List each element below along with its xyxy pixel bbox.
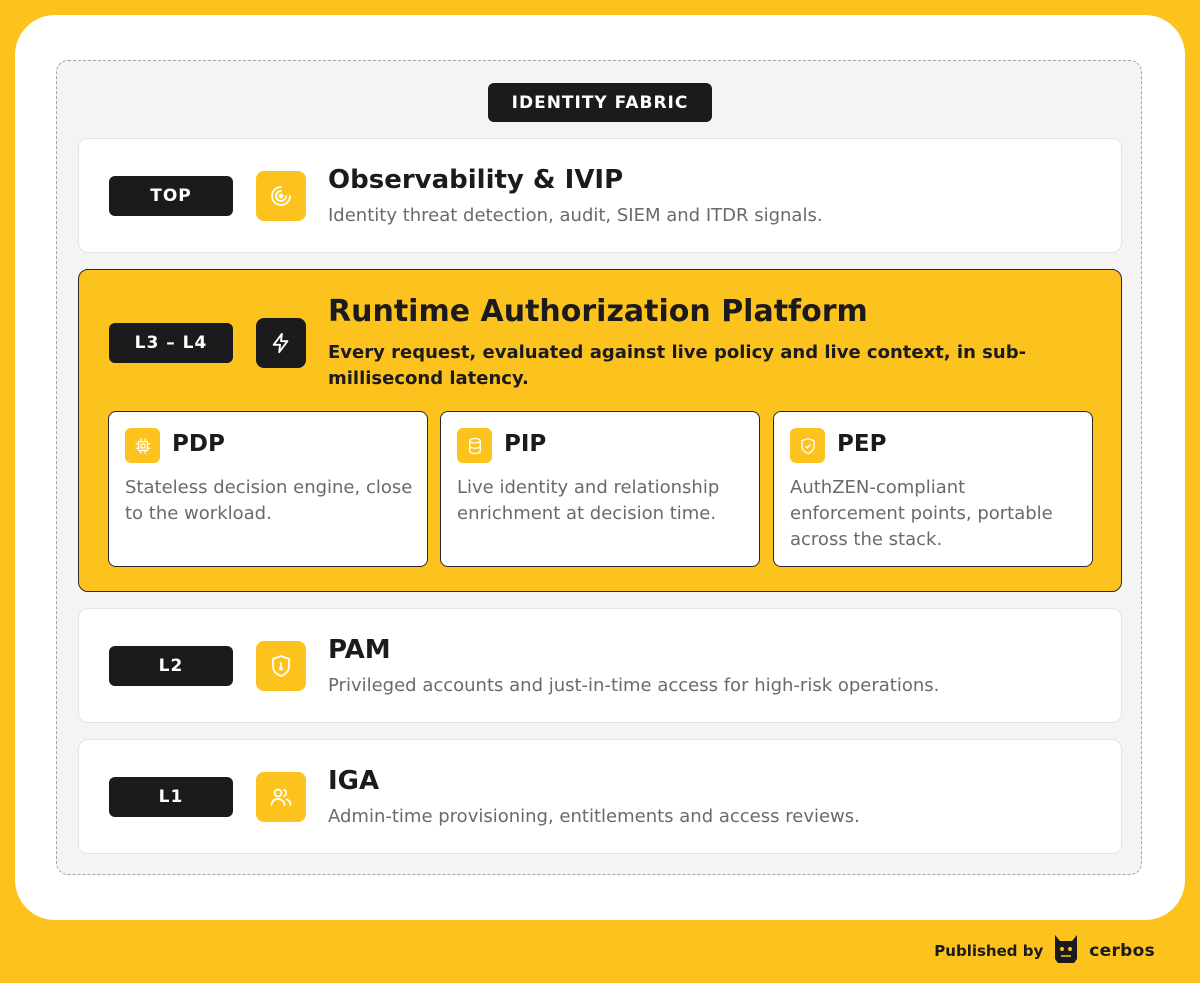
component-pep: PEP AuthZEN-compliant enforcement points… [773,411,1093,567]
published-by-label: Published by [934,942,1044,960]
layer-title: Runtime Authorization Platform [328,294,868,329]
layer-title: PAM [328,635,391,665]
component-description: AuthZEN-compliant enforcement points, po… [790,477,1053,550]
cerbos-brand-name: cerbos [1089,941,1155,961]
layer-runtime-authorization: L3 – L4 Runtime Authorization Platform E… [78,269,1122,592]
database-icon [457,428,492,463]
component-pip: PIP Live identity and relationship enric… [440,411,760,567]
layer-title: Observability & IVIP [328,165,624,195]
chip-icon [125,428,160,463]
layer-observability: TOP Observability & IVIP Identity threat… [78,138,1122,253]
layer-badge: L3 – L4 [109,323,233,363]
component-description: Live identity and relationship enrichmen… [457,477,720,524]
footer: Published by cerbos [934,934,1155,968]
layer-badge: TOP [109,176,233,216]
layer-iga: L1 IGA Admin-time provisioning, entitlem… [78,739,1122,854]
identity-fabric-title: IDENTITY FABRIC [488,83,712,122]
layer-description: Privileged accounts and just-in-time acc… [328,675,940,696]
radar-icon [256,171,306,221]
shield-lock-icon [256,641,306,691]
component-description: Stateless decision engine, close to the … [125,477,413,524]
layer-description: Identity threat detection, audit, SIEM a… [328,205,823,226]
layer-description: Every request, evaluated against live po… [328,342,1027,389]
layer-badge: L2 [109,646,233,686]
component-title: PEP [837,431,887,457]
layer-description: Admin-time provisioning, entitlements an… [328,806,860,827]
layer-pam: L2 PAM Privileged accounts and just-in-t… [78,608,1122,723]
cerbos-logo-icon [1053,933,1079,969]
component-title: PIP [504,431,547,457]
users-icon [256,772,306,822]
shield-check-icon [790,428,825,463]
lightning-icon [256,318,306,368]
layer-badge: L1 [109,777,233,817]
component-pdp: PDP Stateless decision engine, close to … [108,411,428,567]
layer-title: IGA [328,766,380,796]
component-title: PDP [172,431,225,457]
